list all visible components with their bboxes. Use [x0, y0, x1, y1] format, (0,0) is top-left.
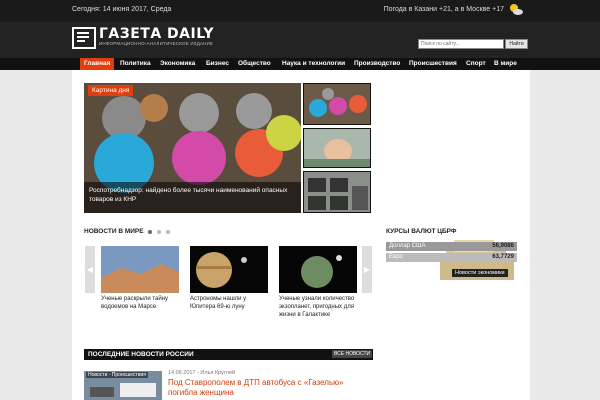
thumbnail-child[interactable] — [303, 128, 371, 168]
article-tag[interactable]: Новости - Происшествия — [86, 372, 148, 378]
carousel-next-arrow-icon[interactable]: ▶ — [362, 246, 372, 293]
rate-label: Доллар США — [389, 243, 426, 249]
rate-label: Евро — [389, 254, 403, 260]
weather-sun-icon — [510, 4, 523, 15]
nav-item-home[interactable]: Главная — [80, 58, 115, 70]
world-news-caption[interactable]: Ученые раскрыли тайну водоемов на Марсе — [101, 295, 181, 311]
world-news-caption[interactable]: Ученые узнали количество экзопланет, при… — [279, 295, 359, 319]
nav-item-sport[interactable]: Спорт — [462, 58, 490, 70]
nav-item-incidents[interactable]: Происшествия — [405, 58, 461, 70]
all-news-button[interactable]: ВСЕ НОВОСТИ — [332, 350, 373, 358]
rate-row-eur: Евро 63,7729 — [386, 253, 517, 262]
world-news-title: НОВОСТИ В МИРЕ — [84, 228, 144, 235]
economy-news-button[interactable]: Новости экономики — [452, 269, 508, 277]
hero-label[interactable]: Картина дня — [88, 85, 134, 96]
carousel-dots — [148, 229, 175, 236]
thumbnail-toys[interactable] — [303, 83, 371, 125]
currency-rates-title: КУРСЫ ВАЛЮТ ЦБРФ — [386, 228, 457, 235]
carousel-dot[interactable] — [157, 230, 161, 234]
russia-news-title: ПОСЛЕДНИЕ НОВОСТИ РОССИИ — [88, 351, 194, 358]
carousel-dot[interactable] — [148, 230, 152, 234]
current-date: Сегодня: 14 июня 2017, Среда — [72, 6, 172, 13]
nav-item-society[interactable]: Общество — [234, 58, 275, 70]
site-title[interactable]: ГАЗЕТА DAILY — [99, 26, 214, 42]
site-subtitle: ИНФОРМАЦИОННО-АНАЛИТИЧЕСКОЕ ИЗДАНИЕ — [99, 41, 214, 46]
nav-item-science[interactable]: Наука и технологии — [278, 58, 349, 70]
rate-value: 63,7729 — [492, 254, 514, 260]
article-title[interactable]: Под Ставрополем в ДТП автобуса с «Газель… — [168, 378, 368, 398]
weather-text: Погода в Казани +21, а в Москве +17 — [383, 6, 504, 13]
nav-item-production[interactable]: Производство — [350, 58, 404, 70]
carousel-dot[interactable] — [166, 230, 170, 234]
nav-item-business[interactable]: Бизнес — [202, 58, 233, 70]
nav-item-economy[interactable]: Экономика — [156, 58, 199, 70]
main-navigation: Главная Политика Экономика Бизнес Общест… — [0, 58, 600, 70]
article-meta: 14.06.2017 - Илья Круглей — [168, 370, 236, 376]
world-news-image-mars[interactable] — [101, 246, 179, 293]
top-bar: Сегодня: 14 июня 2017, Среда Погода в Ка… — [0, 0, 600, 22]
nav-item-politics[interactable]: Политика — [116, 58, 155, 70]
rate-row-usd: Доллар США 56,9086 — [386, 242, 517, 251]
world-news-caption[interactable]: Астрономы нашли у Юпитера 69-ю луну — [190, 295, 270, 311]
world-news-image-jupiter[interactable] — [190, 246, 268, 293]
rate-value: 56,9086 — [492, 243, 514, 249]
world-news-image-exoplanet[interactable] — [279, 246, 357, 293]
thumbnail-crates[interactable] — [303, 171, 371, 213]
site-header: ГАЗЕТА DAILY ИНФОРМАЦИОННО-АНАЛИТИЧЕСКОЕ… — [0, 22, 600, 58]
hero-caption[interactable]: Роспотребнадзор: найдено более тысячи на… — [84, 182, 301, 213]
search-input[interactable] — [418, 39, 504, 49]
search-button[interactable]: Найти — [505, 39, 528, 49]
carousel-prev-arrow-icon[interactable]: ◀ — [85, 246, 95, 293]
nav-item-world[interactable]: В мире — [490, 58, 521, 70]
logo-icon[interactable] — [72, 27, 96, 49]
